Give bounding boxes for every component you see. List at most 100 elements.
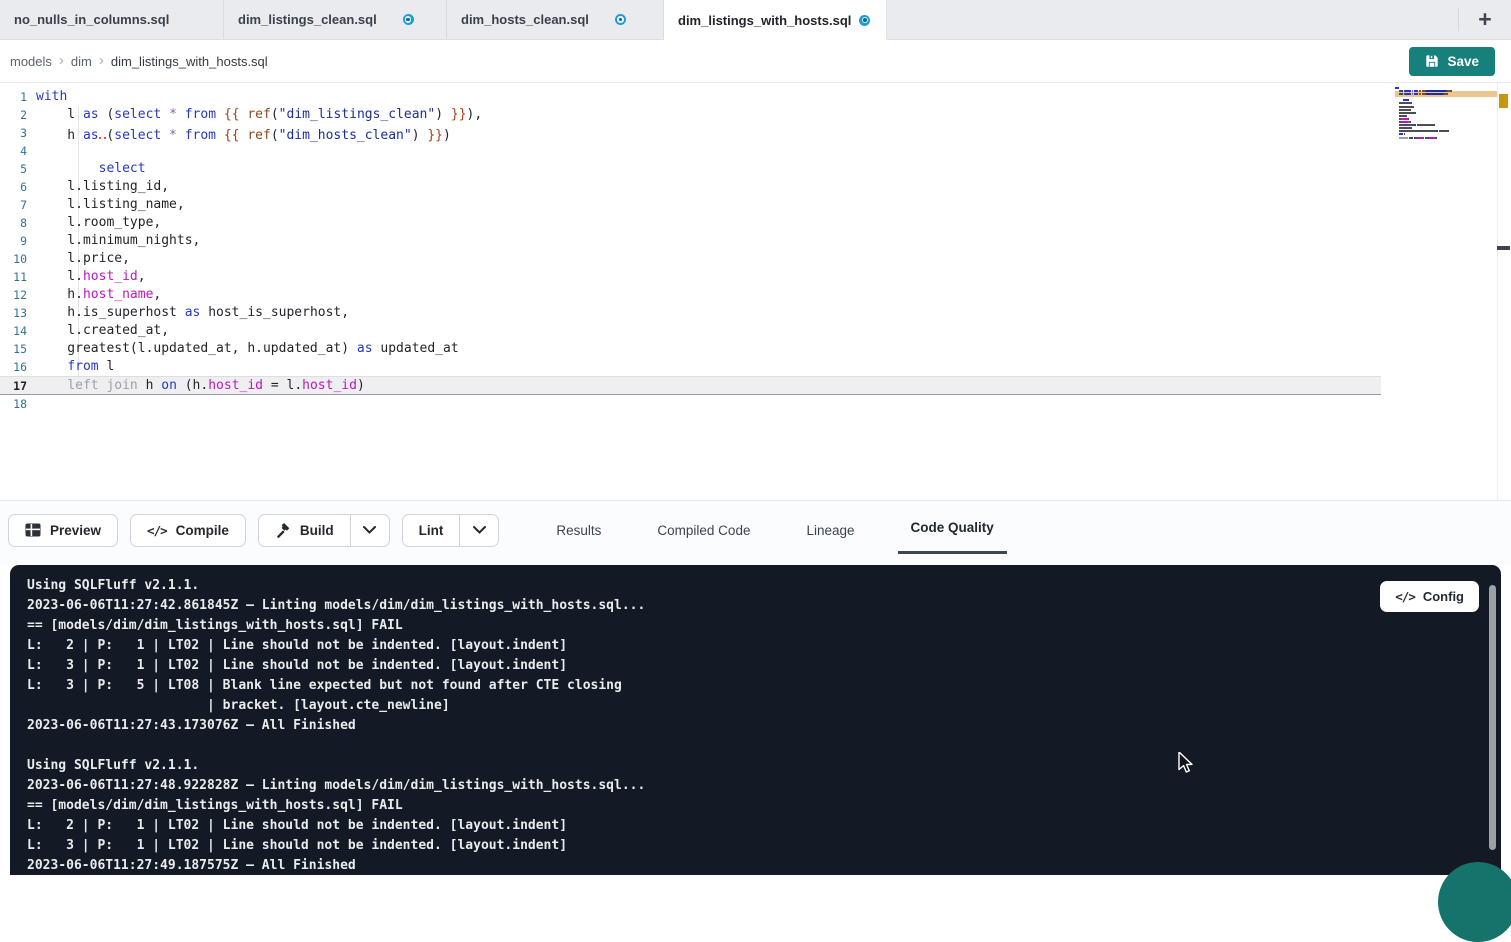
- code-line-5[interactable]: 5 select: [0, 160, 1381, 178]
- code-line-1[interactable]: 1with: [0, 88, 1381, 106]
- code-token: {{: [224, 128, 240, 143]
- tab-label: Lineage: [806, 523, 854, 538]
- code-line-8[interactable]: 8 l.room_type,: [0, 214, 1381, 232]
- minimap-line: [1395, 112, 1497, 114]
- minimap-line: [1395, 127, 1497, 129]
- editor-tab-dim-hosts-clean-sql[interactable]: dim_hosts_clean.sql: [447, 0, 664, 39]
- code-line-18[interactable]: 18: [0, 395, 1381, 413]
- terminal-line: L: 2 | P: 1 | LT02 | Line should not be …: [27, 816, 1501, 836]
- terminal-scrollbar[interactable]: [1489, 585, 1496, 850]
- editor-tab-label: dim_listings_with_hosts.sql: [678, 13, 851, 28]
- line-number: 15: [0, 342, 36, 356]
- code-line-12[interactable]: 12 h.host_name,: [0, 286, 1381, 304]
- editor-tab-dim-listings-clean-sql[interactable]: dim_listings_clean.sql: [224, 0, 447, 39]
- compile-button[interactable]: </> Compile: [130, 514, 246, 547]
- code-token: h: [36, 128, 83, 143]
- code-token: host_is_superhost,: [200, 305, 349, 320]
- code-token: as: [83, 107, 99, 122]
- code-token: (: [99, 107, 115, 122]
- help-chat-bubble-button[interactable]: [1438, 862, 1511, 942]
- line-number: 17: [0, 379, 36, 393]
- tab-code-quality[interactable]: Code Quality: [898, 506, 1007, 554]
- overview-ruler[interactable]: [1497, 83, 1511, 500]
- code-line-10[interactable]: 10 l.price,: [0, 250, 1381, 268]
- code-line-4[interactable]: 4: [0, 142, 1381, 160]
- code-line-content: l.host_id,: [36, 268, 1381, 286]
- minimap-token: [1403, 99, 1409, 101]
- breadcrumb-item-dim[interactable]: dim: [71, 54, 92, 69]
- code-editor[interactable]: 1with2 l as (select * from {{ ref("dim_l…: [0, 83, 1511, 500]
- build-button[interactable]: Build: [258, 514, 351, 547]
- minimap-line: [1395, 133, 1497, 135]
- code-line-content: [36, 395, 1381, 413]
- code-brackets-icon: </>: [147, 523, 167, 538]
- unsaved-changes-icon: [403, 14, 414, 25]
- tab-compiled-code[interactable]: Compiled Code: [644, 506, 763, 554]
- code-line-content: [36, 142, 1381, 160]
- tab-lineage[interactable]: Lineage: [793, 506, 867, 554]
- code-line-content: greatest(l.updated_at, h.updated_at) as …: [36, 340, 1381, 358]
- line-number: 12: [0, 288, 36, 302]
- code-line-content: h.host_name,: [36, 286, 1381, 304]
- editor-tabs: no_nulls_in_columns.sqldim_listings_clea…: [0, 0, 887, 39]
- lint-output-terminal[interactable]: Using SQLFluff v2.1.1.2023-06-06T11:27:4…: [10, 565, 1501, 875]
- editor-tab-no-nulls-in-columns-sql[interactable]: no_nulls_in_columns.sql: [0, 0, 224, 39]
- editor-tab-dim-listings-with-hosts-sql[interactable]: dim_listings_with_hosts.sql: [664, 0, 887, 40]
- code-line-16[interactable]: 16 from l: [0, 358, 1381, 376]
- lint-button[interactable]: Lint: [402, 514, 461, 547]
- preview-button-label: Preview: [50, 523, 101, 538]
- breadcrumb-item-models[interactable]: models: [10, 54, 52, 69]
- minimap-token: [1399, 112, 1416, 114]
- terminal-line: == [models/dim/dim_listings_with_hosts.s…: [27, 796, 1501, 816]
- code-token: [161, 107, 169, 122]
- unsaved-changes-icon-ring: [405, 16, 412, 23]
- code-token: ): [435, 107, 451, 122]
- code-line-6[interactable]: 6 l.listing_id,: [0, 178, 1381, 196]
- terminal-line: L: 3 | P: 1 | LT02 | Line should not be …: [27, 656, 1501, 676]
- minimap-space: [1395, 99, 1403, 101]
- hammer-icon: [275, 522, 291, 538]
- minimap-token: [1399, 127, 1412, 129]
- code-token: (: [271, 128, 279, 143]
- minimap-token: [1417, 124, 1435, 126]
- code-token: h.is_superhost: [36, 305, 185, 320]
- code-area[interactable]: 1with2 l as (select * from {{ ref("dim_l…: [0, 83, 1381, 413]
- code-token: ): [443, 128, 451, 143]
- code-token: as: [83, 128, 99, 143]
- tab-label: Code Quality: [911, 520, 994, 535]
- code-line-15[interactable]: 15 greatest(l.updated_at, h.updated_at) …: [0, 340, 1381, 358]
- line-number: 14: [0, 324, 36, 338]
- new-tab-button[interactable]: +: [1459, 0, 1511, 39]
- build-dropdown-button[interactable]: [350, 514, 390, 547]
- code-line-3[interactable]: 3 h as(select * from {{ ref("dim_hosts_c…: [0, 124, 1381, 142]
- code-line-11[interactable]: 11 l.host_id,: [0, 268, 1381, 286]
- code-line-14[interactable]: 14 l.created_at,: [0, 322, 1381, 340]
- code-token: as: [357, 341, 373, 356]
- code-line-2[interactable]: 2 l as (select * from {{ ref("dim_listin…: [0, 106, 1381, 124]
- minimap-token: [1429, 137, 1436, 139]
- code-token: }}: [427, 128, 443, 143]
- code-line-13[interactable]: 13 h.is_superhost as host_is_superhost,: [0, 304, 1381, 322]
- unsaved-changes-icon-core: [619, 18, 623, 22]
- lint-dropdown-button[interactable]: [459, 514, 499, 547]
- minimap-line: [1395, 137, 1497, 139]
- save-button[interactable]: Save: [1409, 47, 1495, 76]
- code-line-7[interactable]: 7 l.listing_name,: [0, 196, 1381, 214]
- editor-tab-bar: no_nulls_in_columns.sqldim_listings_clea…: [0, 0, 1511, 40]
- line-number: 16: [0, 360, 36, 374]
- minimap[interactable]: [1395, 87, 1497, 143]
- build-split-button: Build: [258, 514, 390, 547]
- minimap-token: [1401, 118, 1408, 120]
- tab-label: Results: [556, 523, 601, 538]
- code-token: l.price,: [36, 251, 130, 266]
- code-line-17[interactable]: 17 left join h on (h.host_id = l.host_id…: [0, 376, 1381, 395]
- line-number: 7: [0, 198, 36, 212]
- code-line-9[interactable]: 9 l.minimum_nights,: [0, 232, 1381, 250]
- code-token: "dim_listings_clean": [279, 107, 436, 122]
- terminal-line: == [models/dim/dim_listings_with_hosts.s…: [27, 616, 1501, 636]
- code-token: = l.: [263, 378, 302, 393]
- tab-results[interactable]: Results: [543, 506, 614, 554]
- preview-button[interactable]: Preview: [8, 514, 118, 547]
- config-button[interactable]: </> Config: [1380, 581, 1479, 612]
- code-token: [36, 378, 67, 393]
